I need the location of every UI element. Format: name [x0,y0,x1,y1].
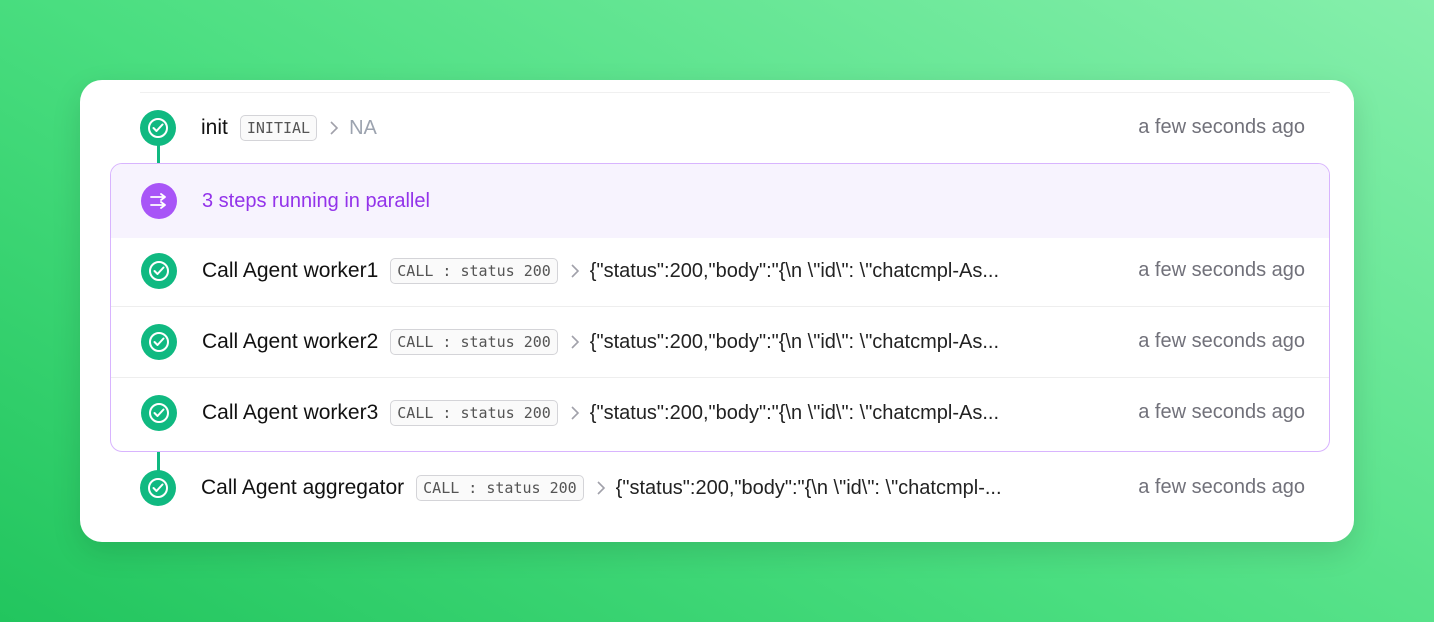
chevron-right-icon [570,406,580,420]
step-row-worker3[interactable]: Call Agent worker3 CALL : status 200 {"s… [202,398,1107,428]
step-type-badge: CALL : status 200 [416,475,584,501]
step-row-aggregator[interactable]: Call Agent aggregator CALL : status 200 … [201,473,1105,503]
step-timestamp: a few seconds ago [1138,330,1305,352]
chevron-right-icon [570,335,580,349]
step-timestamp: a few seconds ago [1138,401,1305,423]
check-circle-icon [140,470,176,506]
step-output: {"status":200,"body":"{\n \"id\": \"chat… [615,476,1002,499]
divider [140,92,1330,93]
step-type-badge: CALL : status 200 [390,400,558,426]
step-output: {"status":200,"body":"{\n \"id\": \"chat… [589,259,1000,282]
step-timestamp: a few seconds ago [1138,259,1305,281]
divider [111,377,1329,378]
workflow-steps-card: init INITIAL NA a few seconds ago 3 step… [80,80,1354,542]
step-name: init [201,116,228,139]
divider [111,306,1329,307]
step-output: {"status":200,"body":"{\n \"id\": \"chat… [589,401,1000,424]
step-type-badge: CALL : status 200 [390,329,558,355]
step-output: {"status":200,"body":"{\n \"id\": \"chat… [589,330,1000,353]
step-output: NA [349,116,377,139]
step-name: Call Agent aggregator [201,476,405,499]
step-name: Call Agent worker3 [202,401,379,424]
parallel-label-row: 3 steps running in parallel [202,186,430,216]
chevron-right-icon [570,264,580,278]
step-row-worker1[interactable]: Call Agent worker1 CALL : status 200 {"s… [202,256,1107,286]
parallel-group: 3 steps running in parallel Call Agent w… [110,163,1330,452]
check-circle-icon [141,253,177,289]
timeline-connector [157,452,160,472]
chevron-right-icon [329,121,339,135]
step-row-init[interactable]: init INITIAL NA [201,113,1041,143]
step-type-badge: INITIAL [239,115,318,141]
check-circle-icon [141,324,177,360]
check-circle-icon [140,110,176,146]
step-timestamp: a few seconds ago [1138,116,1305,138]
check-circle-icon [141,395,177,431]
step-type-badge: CALL : status 200 [390,258,558,284]
parallel-group-header[interactable]: 3 steps running in parallel [111,164,1329,238]
chevron-right-icon [596,481,606,495]
step-row-worker2[interactable]: Call Agent worker2 CALL : status 200 {"s… [202,327,1107,357]
step-name: Call Agent worker2 [202,330,379,353]
step-name: Call Agent worker1 [202,259,379,282]
parallel-arrows-icon [141,183,177,219]
timeline-connector [157,144,160,164]
parallel-label: 3 steps running in parallel [202,189,430,212]
step-timestamp: a few seconds ago [1138,476,1305,498]
